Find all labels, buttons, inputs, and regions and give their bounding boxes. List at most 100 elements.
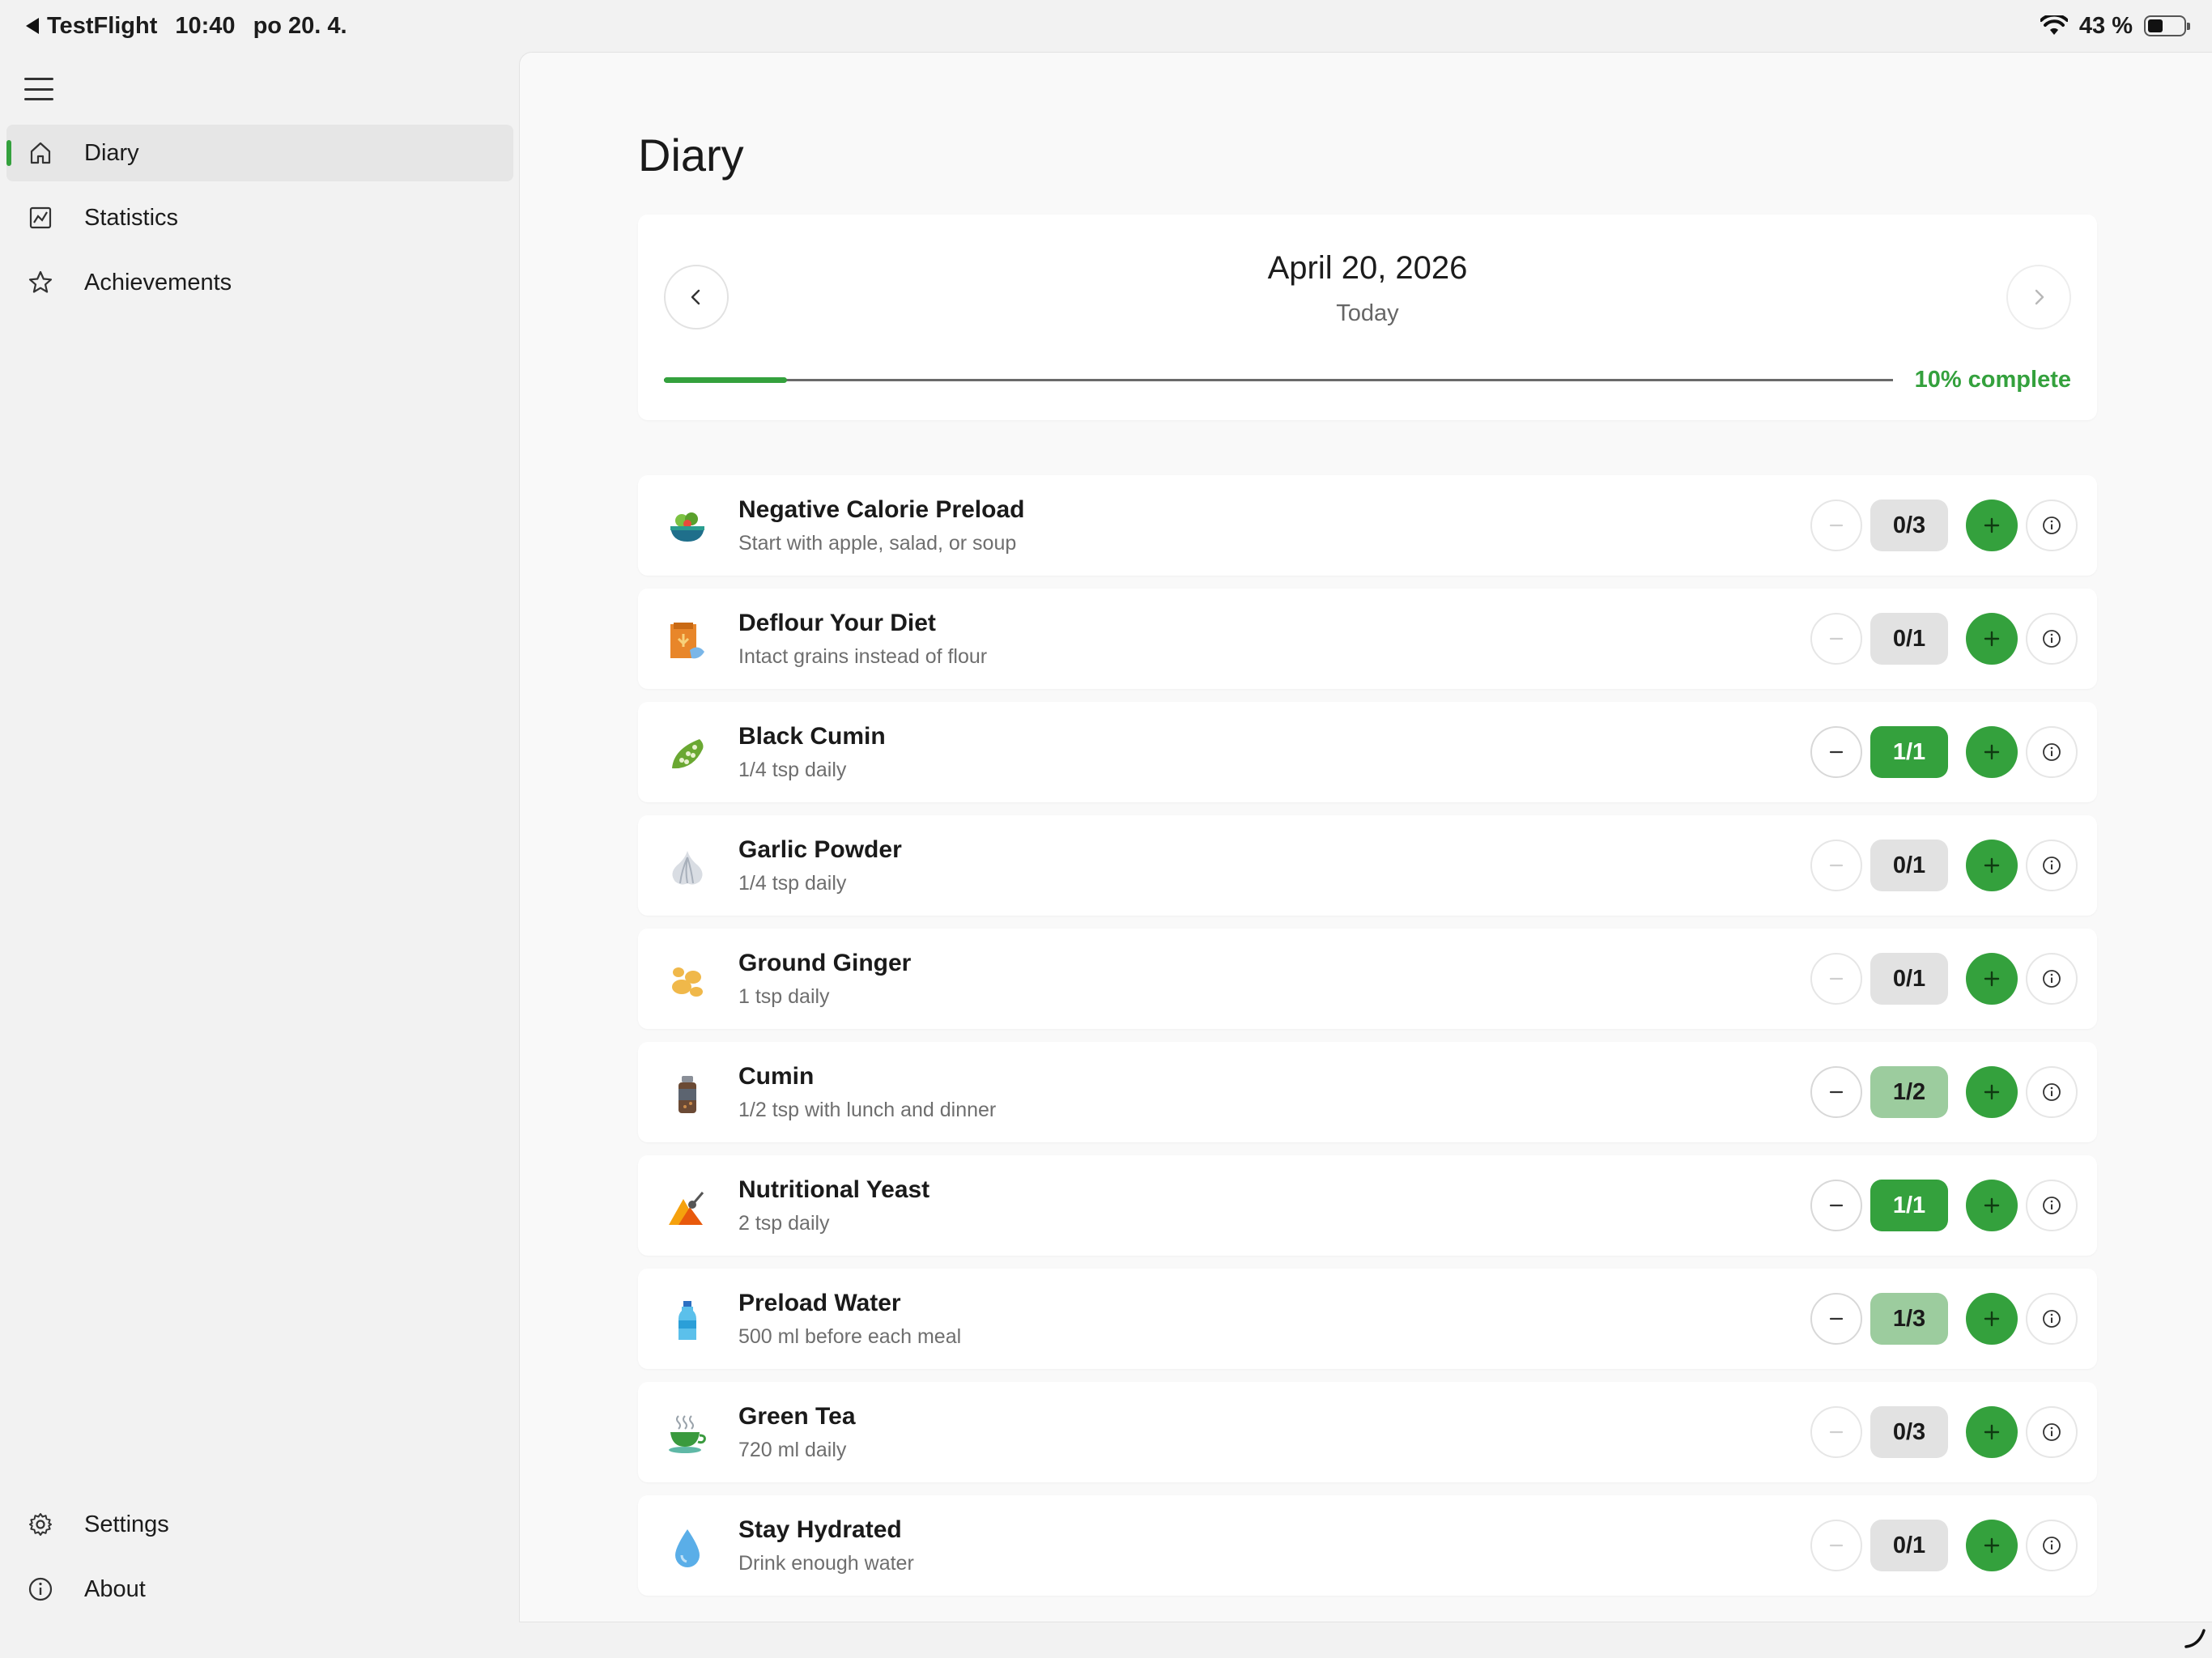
habit-row: Garlic Powder 1/4 tsp daily 0/1 <box>638 815 2097 916</box>
home-icon <box>24 137 57 169</box>
habit-subtitle: 2 tsp daily <box>738 1212 830 1235</box>
increment-button[interactable] <box>1966 1293 2018 1345</box>
info-button[interactable] <box>2026 1520 2078 1571</box>
garlic-icon <box>666 846 709 890</box>
sidebar-item-achievements[interactable]: Achievements <box>6 254 513 311</box>
habit-subtitle: 720 ml daily <box>738 1439 847 1461</box>
decrement-button[interactable] <box>1810 1520 1862 1571</box>
increment-button[interactable] <box>1966 1180 2018 1231</box>
minus-icon <box>1829 864 1844 867</box>
back-to-app-link[interactable]: TestFlight <box>26 13 157 40</box>
progress-count: 0/3 <box>1870 500 1948 551</box>
info-icon <box>2043 743 2061 761</box>
increment-button[interactable] <box>1966 1066 2018 1118</box>
water-drop-icon <box>666 1526 709 1570</box>
habit-title: Ground Ginger <box>738 950 912 976</box>
chart-icon <box>24 202 57 234</box>
info-button[interactable] <box>2026 1406 2078 1458</box>
info-button[interactable] <box>2026 1066 2078 1118</box>
plus-icon <box>1984 1084 2000 1100</box>
minus-icon <box>1829 1544 1844 1547</box>
minus-icon <box>1829 524 1844 527</box>
decrement-button[interactable] <box>1810 1406 1862 1458</box>
habit-title: Nutritional Yeast <box>738 1176 930 1203</box>
habit-subtitle: 1/4 tsp daily <box>738 759 847 781</box>
sidebar-item-settings[interactable]: Settings <box>6 1496 513 1553</box>
progress-count: 1/1 <box>1870 726 1948 778</box>
decrement-button[interactable] <box>1810 953 1862 1005</box>
info-icon <box>2043 1310 2061 1328</box>
habit-row: Ground Ginger 1 tsp daily 0/1 <box>638 929 2097 1029</box>
increment-button[interactable] <box>1966 840 2018 891</box>
resize-handle-icon <box>2184 1629 2206 1648</box>
decrement-button[interactable] <box>1810 1180 1862 1231</box>
date-card: April 20, 2026 Today 10% complete <box>638 215 2097 420</box>
increment-button[interactable] <box>1966 1406 2018 1458</box>
progress-label: 10% complete <box>1914 367 2071 393</box>
progress-count: 0/1 <box>1870 840 1948 891</box>
progress-count: 1/3 <box>1870 1293 1948 1345</box>
habit-row: Deflour Your Diet Intact grains instead o… <box>638 589 2097 689</box>
relative-day-label: Today <box>1336 300 1399 326</box>
water-bottle-icon <box>666 1299 709 1343</box>
grain-bag-icon <box>666 619 709 663</box>
decrement-button[interactable] <box>1810 726 1862 778</box>
page-title: Diary <box>638 130 744 181</box>
increment-button[interactable] <box>1966 1520 2018 1571</box>
habit-row: Negative Calorie Preload Start with apple… <box>638 475 2097 576</box>
habit-title: Green Tea <box>738 1403 856 1430</box>
menu-icon[interactable] <box>24 78 53 100</box>
spice-jar-icon <box>666 1073 709 1116</box>
info-button[interactable] <box>2026 840 2078 891</box>
habit-subtitle: 500 ml before each meal <box>738 1325 962 1348</box>
habit-title: Black Cumin <box>738 723 886 750</box>
minus-icon <box>1829 750 1844 754</box>
sidebar-item-label: Settings <box>84 1511 169 1537</box>
habit-row: Stay Hydrated Drink enough water 0/1 <box>638 1495 2097 1596</box>
decrement-button[interactable] <box>1810 840 1862 891</box>
info-icon <box>2043 1423 2061 1441</box>
increment-button[interactable] <box>1966 500 2018 551</box>
minus-icon <box>1829 977 1844 980</box>
decrement-button[interactable] <box>1810 500 1862 551</box>
plus-icon <box>1984 631 2000 647</box>
info-icon <box>2043 517 2061 534</box>
info-button[interactable] <box>2026 1180 2078 1231</box>
habit-subtitle: 1 tsp daily <box>738 985 830 1008</box>
wifi-icon <box>2040 15 2068 35</box>
salad-bowl-icon <box>666 506 709 550</box>
info-button[interactable] <box>2026 613 2078 665</box>
status-date: po 20. 4. <box>253 12 347 39</box>
sidebar-item-label: Diary <box>84 139 139 166</box>
habit-row: Cumin 1/2 tsp with lunch and dinner 1/2 <box>638 1042 2097 1142</box>
checklist: Negative Calorie Preload Start with apple… <box>638 475 2097 1609</box>
decrement-button[interactable] <box>1810 1293 1862 1345</box>
info-button[interactable] <box>2026 500 2078 551</box>
info-icon <box>2043 1083 2061 1101</box>
increment-button[interactable] <box>1966 613 2018 665</box>
minus-icon <box>1829 637 1844 640</box>
info-icon <box>2043 630 2061 648</box>
habit-title: Negative Calorie Preload <box>738 496 1025 523</box>
status-time: 10:40 <box>175 12 236 39</box>
main-panel: Diary April 20, 2026 Today 10% complete … <box>519 52 2212 1622</box>
status-bar: TestFlight 10:40 po 20. 4. 43 % <box>0 0 2212 52</box>
decrement-button[interactable] <box>1810 613 1862 665</box>
current-date: April 20, 2026 <box>1267 250 1468 286</box>
info-icon <box>2043 970 2061 988</box>
minus-icon <box>1829 1204 1844 1207</box>
sidebar-item-statistics[interactable]: Statistics <box>6 189 513 246</box>
decrement-button[interactable] <box>1810 1066 1862 1118</box>
habit-title: Garlic Powder <box>738 836 902 863</box>
sidebar-bottom-nav: Settings About <box>6 1496 513 1626</box>
habit-title: Cumin <box>738 1063 815 1090</box>
increment-button[interactable] <box>1966 953 2018 1005</box>
info-button[interactable] <box>2026 953 2078 1005</box>
increment-button[interactable] <box>1966 726 2018 778</box>
next-day-button[interactable] <box>2006 265 2071 329</box>
sidebar-item-diary[interactable]: Diary <box>6 125 513 181</box>
info-button[interactable] <box>2026 1293 2078 1345</box>
info-button[interactable] <box>2026 726 2078 778</box>
sidebar-item-about[interactable]: About <box>6 1561 513 1618</box>
daily-progress-bar <box>664 377 1893 383</box>
